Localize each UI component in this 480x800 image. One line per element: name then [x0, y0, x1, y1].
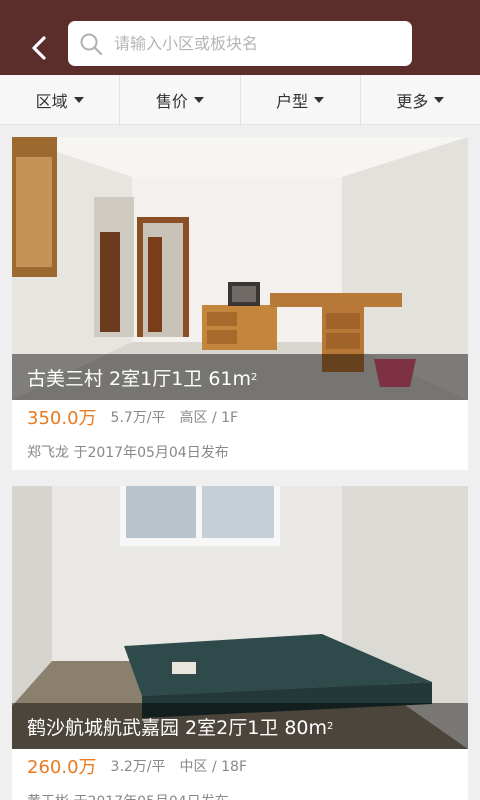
listing-title: 古美三村 2室1厅1卫 61m 2 — [12, 354, 468, 400]
search-box[interactable] — [68, 21, 412, 66]
listing-price: 260.0万 — [27, 757, 97, 778]
listing-photo: 古美三村 2室1厅1卫 61m 2 — [12, 137, 468, 400]
filter-label: 户型 — [276, 91, 309, 111]
filter-district[interactable]: 区域 — [0, 75, 121, 124]
floor-info: 高区 / 1F — [179, 410, 239, 426]
caret-down-icon — [314, 96, 325, 103]
listing-card[interactable]: 鹤沙航城航武嘉园 2室2厅1卫 80m 2 260.0万 3.2万/平 中区 / … — [12, 486, 468, 800]
unit-price: 3.2万/平 — [110, 759, 166, 775]
search-input[interactable] — [114, 34, 394, 53]
publisher-info: 郑飞龙 于2017年05月04日发布 — [27, 445, 229, 461]
filter-bar: 区域 售价 户型 更多 — [0, 75, 480, 125]
price-row: 350.0万 5.7万/平 高区 / 1F — [12, 400, 468, 434]
caret-down-icon — [73, 96, 84, 103]
publisher-info: 黄玉彬 于2017年05月04日发布 — [12, 783, 468, 800]
listing-title: 鹤沙航城航武嘉园 2室2厅1卫 80m 2 — [12, 703, 468, 749]
price-row: 260.0万 3.2万/平 中区 / 18F — [12, 749, 468, 783]
filter-label: 更多 — [396, 91, 429, 111]
caret-down-icon — [434, 96, 445, 103]
unit-price: 5.7万/平 — [110, 410, 166, 426]
filter-layout[interactable]: 户型 — [241, 75, 361, 124]
caret-down-icon — [193, 96, 204, 103]
filter-more[interactable]: 更多 — [361, 75, 480, 124]
chevron-left-icon — [32, 36, 46, 60]
listing-card[interactable]: 古美三村 2室1厅1卫 61m 2 350.0万 5.7万/平 高区 / 1F 郑… — [12, 137, 468, 470]
floor-info: 中区 / 18F — [179, 759, 247, 775]
listing-photo: 鹤沙航城航武嘉园 2室2厅1卫 80m 2 — [12, 486, 468, 749]
filter-price[interactable]: 售价 — [120, 75, 241, 124]
filter-label: 售价 — [155, 91, 188, 111]
app-header — [0, 0, 480, 75]
search-icon — [78, 31, 104, 57]
listing-price: 350.0万 — [27, 408, 97, 429]
filter-label: 区域 — [35, 91, 68, 111]
back-button[interactable] — [24, 30, 54, 66]
